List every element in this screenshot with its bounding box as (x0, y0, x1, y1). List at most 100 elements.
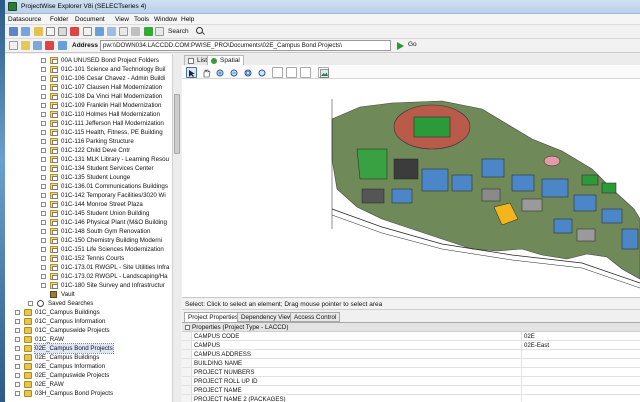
refresh-icon[interactable] (33, 41, 42, 50)
zoom-window-icon[interactable] (242, 67, 253, 78)
layer-icon[interactable] (272, 67, 283, 78)
image-icon[interactable] (318, 67, 329, 78)
tree-item[interactable]: 01C_Campus Buildings (5, 308, 172, 317)
tree-scroll-thumb[interactable] (174, 94, 180, 154)
tree-item[interactable]: 01C-135 Student Lounge (5, 173, 172, 182)
select-icon[interactable] (186, 67, 197, 78)
tree-item[interactable]: 01C-107 Clausen Hall Modernization (5, 83, 172, 92)
menu-document[interactable]: Document (75, 16, 105, 23)
address-input[interactable]: pw:\\DOWN034.LACCDD.COM:PWISE_PRO\Docume… (100, 40, 391, 51)
expand-toggle-icon[interactable] (41, 220, 46, 225)
tree-item[interactable]: 01C-152 Tennis Courts (5, 254, 172, 263)
tree-item[interactable]: 02E_Campuswide Projects (5, 371, 172, 380)
tree-item[interactable]: 01C-148 South Gym Renovation (5, 227, 172, 236)
pan-icon[interactable] (200, 67, 211, 78)
tree-item[interactable]: 01C-146 Physical Plant (M&O Building (5, 218, 172, 227)
go-button[interactable]: Go (397, 41, 417, 51)
zoom-out-icon[interactable] (228, 67, 239, 78)
expand-toggle-icon[interactable] (15, 319, 20, 324)
property-value[interactable]: 02E-East (524, 341, 549, 350)
view-icon[interactable] (107, 27, 116, 36)
tree-scrollbar[interactable] (172, 54, 181, 402)
tree-item[interactable]: 00A UNUSED Bond Project Folders (5, 56, 172, 65)
tree-item[interactable]: 01C_RAW (5, 335, 172, 344)
properties-group-header[interactable]: Properties (Project Type - LACCD) (182, 323, 640, 332)
tree-item[interactable]: 01C_Campus Information (5, 317, 172, 326)
home-icon[interactable] (58, 41, 67, 50)
folder-tree[interactable]: 00A UNUSED Bond Project Folders 01C-101 S… (5, 54, 177, 402)
property-row[interactable]: CAMPUS CODE 02E (182, 332, 640, 341)
property-row[interactable]: CAMPUS 02E-East (182, 341, 640, 350)
tree-item[interactable]: 01C-110 Holmes Hall Modernization (5, 110, 172, 119)
tree-item[interactable]: 01C_Campuswide Projects (5, 326, 172, 335)
dropdown-arrow-icon[interactable] (155, 27, 164, 36)
expand-toggle-icon[interactable] (41, 211, 46, 216)
expand-toggle-icon[interactable] (15, 373, 20, 378)
expand-toggle-icon[interactable] (41, 130, 46, 135)
tree-item[interactable]: 02E_Campus Information (5, 362, 172, 371)
expand-toggle-icon[interactable] (15, 346, 20, 351)
tab-project-properties[interactable]: Project Properties (184, 312, 243, 322)
tree-item[interactable]: 01C-109 Franklin Hall Modernization (5, 101, 172, 110)
expand-toggle-icon[interactable] (41, 256, 46, 261)
property-value[interactable]: 02E (524, 332, 535, 341)
spatial-map-view[interactable] (182, 79, 640, 298)
tree-item[interactable]: 01C-108 Da Vinci Hall Modernization (5, 92, 172, 101)
copy-icon[interactable] (58, 27, 67, 36)
tree-item[interactable]: 01C-145 Student Union Building (5, 209, 172, 218)
expand-toggle-icon[interactable] (41, 229, 46, 234)
tree-item[interactable]: 01C-111 Jefferson Hall Modernization (5, 119, 172, 128)
menu-window[interactable]: Window (154, 16, 177, 23)
fit-view-icon[interactable] (256, 67, 267, 78)
expand-toggle-icon[interactable] (15, 355, 20, 360)
tree-item[interactable]: 01C-122 Child Deve Cntr (5, 146, 172, 155)
expand-toggle-icon[interactable] (41, 247, 46, 252)
tree-item[interactable]: 01C-115 Health, Fitness, PE Building (5, 128, 172, 137)
dropdown-icon[interactable] (131, 27, 140, 36)
tree-item[interactable]: 02E_Campus Buildings (5, 353, 172, 362)
expand-toggle-icon[interactable] (41, 184, 46, 189)
tab-access-control[interactable]: Access Control (290, 312, 341, 322)
expand-toggle-icon[interactable] (15, 337, 20, 342)
tree-item[interactable]: 01C-173.01 RWGPL - Site Utilities Infra (5, 263, 172, 272)
property-row[interactable]: PROJECT NUMBERS (182, 368, 640, 377)
menu-folder[interactable]: Folder (50, 16, 68, 23)
property-row[interactable]: PROJECT NAME 2 (PACKAGES) (182, 395, 640, 402)
property-row[interactable]: PROJECT NAME (182, 386, 640, 395)
expand-toggle-icon[interactable] (41, 202, 46, 207)
expand-toggle-icon[interactable] (41, 58, 46, 63)
expand-toggle-icon[interactable] (41, 283, 46, 288)
expand-toggle-icon[interactable] (41, 157, 46, 162)
expand-toggle-icon[interactable] (41, 274, 46, 279)
back-icon[interactable] (9, 27, 18, 36)
tree-item[interactable]: 01C-150 Chemistry Building Moderni (5, 236, 172, 245)
forward-icon[interactable] (21, 27, 30, 36)
tree-item[interactable]: 01C-134 Student Services Center (5, 164, 172, 173)
delete-icon[interactable] (70, 27, 79, 36)
expand-toggle-icon[interactable] (41, 103, 46, 108)
expand-toggle-icon[interactable] (15, 382, 20, 387)
tab-spatial[interactable]: Spatial (207, 55, 244, 65)
expand-toggle-icon[interactable] (15, 310, 20, 315)
tree-item[interactable]: Vault (5, 290, 172, 299)
expand-toggle-icon[interactable] (15, 328, 20, 333)
expand-toggle-icon[interactable] (15, 364, 20, 369)
expand-toggle-icon[interactable] (28, 301, 33, 306)
expand-toggle-icon[interactable] (41, 175, 46, 180)
map-icon[interactable] (300, 67, 311, 78)
tree-item[interactable]: 01C-116 Parking Structure (5, 137, 172, 146)
tree-item[interactable]: 03H_Campus Bond Projects (5, 389, 172, 398)
stop-icon[interactable] (45, 41, 54, 50)
expand-toggle-icon[interactable] (41, 238, 46, 243)
expand-toggle-icon[interactable] (41, 166, 46, 171)
tree-item[interactable]: 01C-106 Cesar Chavez - Admin Buildi (5, 74, 172, 83)
zoom-in-icon[interactable] (214, 67, 225, 78)
background-icon[interactable] (286, 67, 297, 78)
properties-icon[interactable] (119, 27, 128, 36)
search-button[interactable]: Search (168, 28, 189, 35)
property-row[interactable]: PROJECT ROLL UP ID (182, 377, 640, 386)
expand-toggle-icon[interactable] (41, 139, 46, 144)
up-folder-icon[interactable] (21, 41, 30, 50)
tree-item[interactable]: 01C-151 Life Sciences Modernization (5, 245, 172, 254)
menu-datasource[interactable]: Datasource (8, 16, 41, 23)
